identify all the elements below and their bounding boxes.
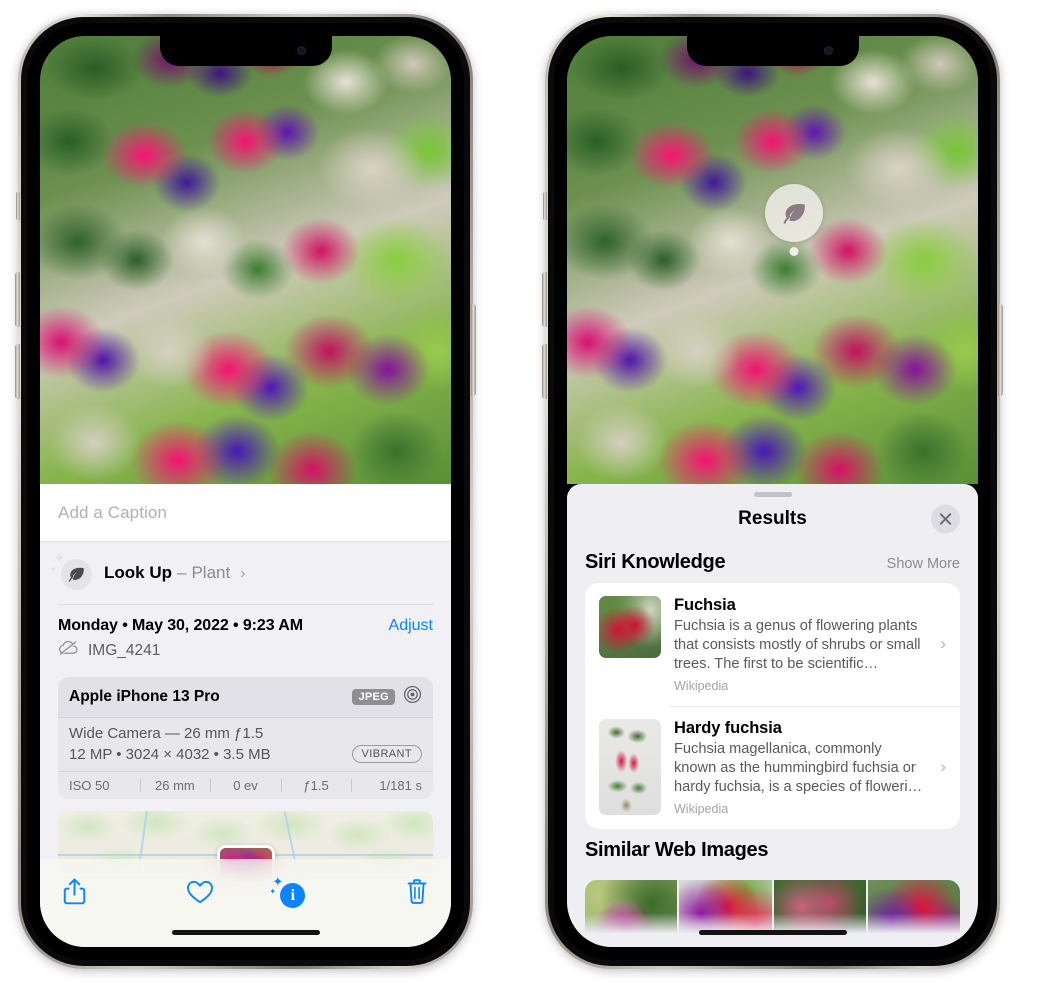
hardy-fuchsia-thumb-image <box>599 718 661 815</box>
trash-icon[interactable] <box>405 878 429 910</box>
home-indicator[interactable] <box>698 930 847 935</box>
knowledge-thumbnail <box>599 718 661 815</box>
knowledge-body: Fuchsia Fuchsia is a genus of flowering … <box>674 596 925 693</box>
exif-aperture: ƒ1.5 <box>280 778 352 793</box>
share-button[interactable] <box>62 875 154 913</box>
leaf-icon-wrap: ✦ ✦ <box>50 551 92 590</box>
look-up-label: Look Up – Plant › <box>104 563 246 583</box>
format-badge: JPEG <box>352 689 395 705</box>
knowledge-description: Fuchsia is a genus of flowering plants t… <box>674 618 921 672</box>
camera-info-card: Apple iPhone 13 Pro JPEG Wide Camera — 2… <box>58 677 433 799</box>
siri-knowledge-header: Siri Knowledge Show More <box>567 541 978 583</box>
iphone-left-photo-info: Add a Caption ✦ ✦ Look Up – Plant › Mond… <box>15 14 476 969</box>
visual-lookup-leaf-badge[interactable] <box>765 184 823 256</box>
home-indicator[interactable] <box>171 930 320 935</box>
exif-iso: ISO 50 <box>69 778 110 793</box>
exif-focal: 26 mm <box>139 778 211 793</box>
power-button[interactable] <box>471 304 476 396</box>
delete-button[interactable] <box>337 875 429 913</box>
look-up-subject: Plant <box>191 563 231 582</box>
metadata-block: Monday • May 30, 2022 • 9:23 AM Adjust I… <box>40 605 451 671</box>
share-icon[interactable] <box>62 877 87 911</box>
volume-down-button[interactable] <box>15 344 20 399</box>
photo-info-sheet: Add a Caption ✦ ✦ Look Up – Plant › Mond… <box>40 484 451 947</box>
info-sparkle-icon[interactable]: ✦ ✦ i <box>269 875 306 908</box>
similar-web-images-title: Similar Web Images <box>585 838 769 861</box>
lookup-anchor-dot <box>789 247 799 256</box>
look-up-row[interactable]: ✦ ✦ Look Up – Plant › <box>40 542 451 604</box>
caption-input[interactable]: Add a Caption <box>58 503 167 523</box>
results-header: Results <box>567 497 978 541</box>
exif-row: ISO 50 26 mm 0 ev ƒ1.5 1/181 s <box>58 772 433 799</box>
sparkle-icon-small: ✦ <box>50 564 58 574</box>
similar-web-images-header: Similar Web Images <box>567 829 978 871</box>
exif-shutter: 1/181 s <box>351 778 422 793</box>
iphone-right-visual-lookup: Results Siri Knowledge Show More Fuchsia… <box>542 14 1003 969</box>
screenshot-canvas: Add a Caption ✦ ✦ Look Up – Plant › Mond… <box>0 0 1055 985</box>
knowledge-row[interactable]: Hardy fuchsia Fuchsia magellanica, commo… <box>585 705 960 829</box>
siri-knowledge-card: Fuchsia Fuchsia is a genus of flowering … <box>585 583 960 829</box>
photo-image <box>567 36 978 484</box>
results-sheet: Results Siri Knowledge Show More Fuchsia… <box>567 484 978 947</box>
phone-screen-left: Add a Caption ✦ ✦ Look Up – Plant › Mond… <box>40 36 451 947</box>
volume-down-button[interactable] <box>542 344 547 399</box>
photo-date: Monday • May 30, 2022 • 9:23 AM <box>58 617 303 634</box>
front-camera-icon <box>296 46 306 55</box>
camera-model: Apple iPhone 13 Pro <box>69 688 220 705</box>
knowledge-title: Fuchsia <box>674 596 736 614</box>
photo-image <box>40 36 451 484</box>
chevron-right-icon[interactable]: › <box>938 634 946 654</box>
heart-icon[interactable] <box>186 879 214 910</box>
show-more-button[interactable]: Show More <box>887 556 960 572</box>
aperture-icon <box>403 685 422 709</box>
icloud-slash-icon <box>58 640 79 661</box>
knowledge-body: Hardy fuchsia Fuchsia magellanica, commo… <box>674 719 925 816</box>
camera-header: Apple iPhone 13 Pro JPEG <box>58 677 433 718</box>
photo-filename: IMG_4241 <box>88 641 161 659</box>
favorite-button[interactable] <box>154 875 246 913</box>
notch <box>686 36 859 66</box>
camera-lens: Wide Camera — 26 mm ƒ1.5 <box>69 725 264 742</box>
leaf-icon <box>783 203 805 224</box>
knowledge-source: Wikipedia <box>674 801 729 816</box>
power-button[interactable] <box>998 304 1003 396</box>
exif-exposure: 0 ev <box>210 778 281 793</box>
photo-viewer[interactable] <box>40 36 451 484</box>
knowledge-thumbnail <box>599 596 661 658</box>
sparkle-icon-small: ✦ <box>269 887 277 896</box>
fuchsia-thumb-image <box>599 596 661 658</box>
front-camera-icon <box>823 46 833 55</box>
knowledge-description: Fuchsia magellanica, commonly known as t… <box>674 740 923 795</box>
camera-body: Wide Camera — 26 mm ƒ1.5 12 MP • 3024 × … <box>58 718 433 772</box>
photo-viewer[interactable] <box>567 36 978 484</box>
caption-field-row[interactable]: Add a Caption <box>40 484 451 542</box>
adjust-button[interactable]: Adjust <box>389 617 433 635</box>
knowledge-title: Hardy fuchsia <box>674 718 782 737</box>
chevron-right-icon[interactable]: › <box>938 757 946 777</box>
phone-screen-right: Results Siri Knowledge Show More Fuchsia… <box>567 36 978 947</box>
chevron-right-icon[interactable]: › <box>240 565 245 583</box>
info-glyph: i <box>280 883 306 908</box>
leaf-icon <box>61 559 92 590</box>
knowledge-source: Wikipedia <box>674 678 729 693</box>
notch <box>159 36 332 66</box>
siri-knowledge-title: Siri Knowledge <box>585 551 726 573</box>
photographic-style-badge: VIBRANT <box>351 745 422 763</box>
look-up-title: Look Up <box>104 563 172 582</box>
look-up-dash: – <box>177 563 187 582</box>
info-button[interactable]: ✦ ✦ i <box>246 875 338 913</box>
results-title: Results <box>738 508 807 529</box>
knowledge-row[interactable]: Fuchsia Fuchsia is a genus of flowering … <box>585 583 960 706</box>
silence-switch[interactable] <box>543 192 547 220</box>
camera-specs: 12 MP • 3024 × 4032 • 3.5 MB <box>69 745 271 763</box>
close-icon[interactable] <box>931 504 960 534</box>
silence-switch[interactable] <box>16 192 20 220</box>
volume-up-button[interactable] <box>542 272 547 327</box>
volume-up-button[interactable] <box>15 272 20 327</box>
